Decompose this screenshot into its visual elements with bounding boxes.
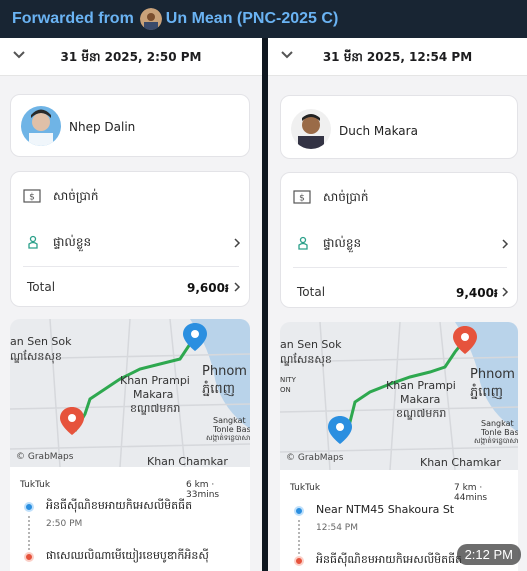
cash-icon: $ <box>293 190 311 204</box>
map-label: Tonle Bass <box>481 428 518 437</box>
map-label: ខណ្ឌ៧មករា <box>130 402 181 415</box>
driver-card[interactable]: Duch Makara <box>280 95 518 159</box>
person-icon <box>28 235 38 249</box>
total-value: 9,400៛ <box>456 286 498 300</box>
map-label: ភ្នំពេញ <box>470 385 504 400</box>
route-map[interactable]: an Sen Sok ណ្ឌសែនសុខ Khan Prampi Makara … <box>10 319 250 467</box>
driver-name: Nhep Dalin <box>69 120 136 134</box>
forwarder-name[interactable]: Un Mean (PNC-2025 C) <box>166 10 338 28</box>
dropoff-address: ផាសេឈលិណាមើយៀរខេមបូឌាកីអិនស៊ី <box>46 549 209 562</box>
route-connector <box>298 520 300 554</box>
trip-details: TukTuk 6 km · 33mins អិនធីស៊ីណិខមអាយកិអេ… <box>10 467 250 571</box>
dropoff-dot-icon <box>294 556 304 566</box>
forwarder-avatar[interactable] <box>139 8 162 30</box>
separator <box>293 267 507 268</box>
svg-text:$: $ <box>29 193 35 203</box>
separator <box>23 266 239 267</box>
chevron-right-icon[interactable] <box>500 287 510 297</box>
map-label: Khan Chamkar <box>147 455 228 467</box>
driver-card[interactable]: Nhep Dalin <box>10 94 250 157</box>
receipt-left: 31 មីនា 2025, 2:50 PM Nhep Dalin $ សាច់ប… <box>0 38 262 571</box>
trip-distance-time: 6 km · 33mins <box>186 480 220 500</box>
route-connector <box>28 516 30 550</box>
map-label: ខណ្ឌ៧មករា <box>396 407 447 420</box>
message-timestamp: 2:12 PM <box>456 544 521 565</box>
payment-card: $ សាច់ប្រាក់ ផ្ទាល់ខ្លួន Total 9,600៛ <box>10 171 250 307</box>
map-label: Sangkat <box>481 419 514 428</box>
receipt-topbar: 31 មីនា 2025, 2:50 PM <box>0 38 262 76</box>
map-label: Phnom <box>202 364 247 379</box>
forward-header: Forwarded from Un Mean (PNC-2025 C) <box>0 0 527 38</box>
map-label: ណ្ឌសែនសុខ <box>10 350 62 363</box>
map-label: an Sen Sok <box>10 335 72 348</box>
map-label: Phnom <box>470 367 515 382</box>
profile-type[interactable]: ផ្ទាល់ខ្លួន <box>323 235 361 253</box>
forwarded-label: Forwarded from <box>12 10 134 27</box>
total-value: 9,600៛ <box>187 281 229 295</box>
map-label: Khan Prampi <box>386 379 456 392</box>
dropoff-address: អិនធីស៊ីណិខមអាយកិអេសលីមិតធីត <box>316 553 463 566</box>
map-label: Makara <box>400 393 441 406</box>
map-label: Khan Chamkar <box>420 456 501 469</box>
map-label: Sangkat <box>213 416 246 425</box>
pickup-address: Near NTM45 Shakoura St <box>316 503 455 516</box>
map-brand: © GrabMaps <box>16 452 74 462</box>
chevron-right-icon[interactable] <box>232 282 242 292</box>
payment-method: សាច់ប្រាក់ <box>53 189 99 203</box>
profile-type[interactable]: ផ្ទាល់ខ្លួន <box>53 234 91 252</box>
driver-name: Duch Makara <box>339 124 418 138</box>
receipt-right: 31 មីនា 2025, 12:54 PM Duch Makara $ សាច… <box>268 38 527 571</box>
driver-avatar <box>21 106 61 146</box>
dropoff-dot-icon <box>24 552 34 562</box>
chevron-right-icon[interactable] <box>232 238 242 248</box>
receipt-topbar: 31 មីនា 2025, 12:54 PM <box>268 38 527 76</box>
pickup-address: អិនធីស៊ីណិខមអាយកិអេសលីមិតធីត <box>46 499 193 512</box>
map-label: ON <box>280 386 291 394</box>
payment-card: $ សាច់ប្រាក់ ផ្ទាល់ខ្លួន Total 9,400៛ <box>280 172 518 308</box>
pickup-dot-icon <box>294 506 304 516</box>
total-label: Total <box>27 280 56 294</box>
receipt-date: 31 មីនា 2025, 12:54 PM <box>322 50 473 64</box>
pickup-time: 12:54 PM <box>316 523 358 533</box>
map-label: Makara <box>133 388 174 401</box>
driver-avatar <box>291 109 331 149</box>
map-label: Tonle Bass <box>213 425 250 434</box>
person-icon <box>298 236 308 250</box>
pickup-time: 2:50 PM <box>46 519 83 529</box>
pickup-dot-icon <box>24 502 34 512</box>
route-map[interactable]: an Sen Sok ណ្ឌសែនសុខ NITY ON Khan Prampi… <box>280 322 518 470</box>
vehicle-type: TukTuk <box>20 480 51 490</box>
map-label: NITY <box>280 376 296 384</box>
payment-method: សាច់ប្រាក់ <box>323 190 369 204</box>
cash-icon: $ <box>23 189 41 203</box>
vehicle-type: TukTuk <box>290 483 321 493</box>
map-label: សង្កាត់ទន្លេបាសាក់ <box>206 434 250 442</box>
chevron-right-icon[interactable] <box>500 239 510 249</box>
map-label: Khan Prampi <box>120 374 190 387</box>
svg-text:$: $ <box>299 194 305 204</box>
trip-distance-time: 7 km · 44mins <box>454 483 488 503</box>
map-label: ភ្នំពេញ <box>202 382 236 397</box>
map-label: សង្កាត់ទន្លេបាសាក់ <box>474 437 518 445</box>
total-label: Total <box>297 285 326 299</box>
map-label: an Sen Sok <box>280 338 342 351</box>
map-brand: © GrabMaps <box>286 453 344 463</box>
receipt-date: 31 មីនា 2025, 2:50 PM <box>60 50 202 64</box>
map-label: ណ្ឌសែនសុខ <box>280 353 332 366</box>
